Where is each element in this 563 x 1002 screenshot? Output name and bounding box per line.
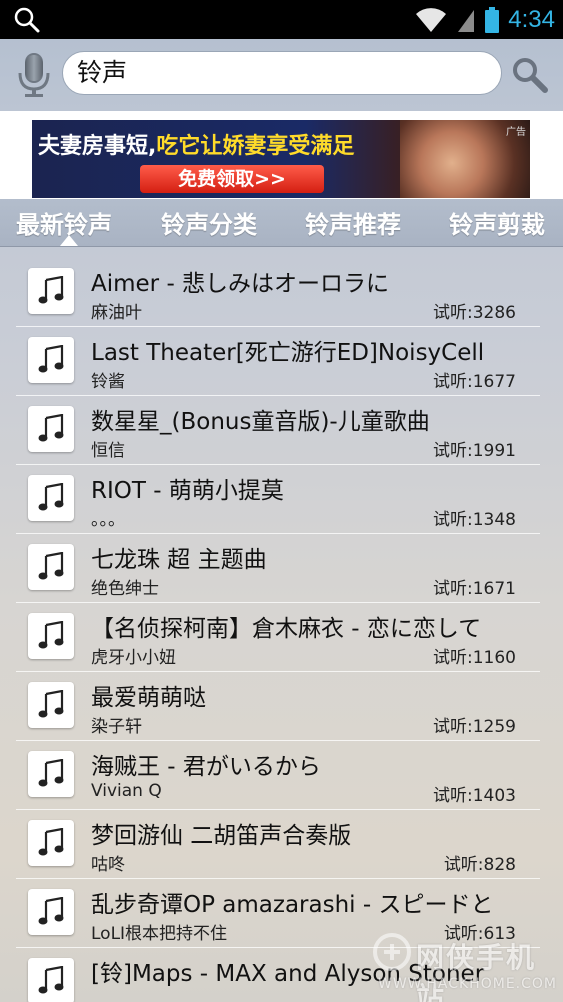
signal-icon xyxy=(458,10,475,32)
list-item[interactable]: Last Theater[死亡游行ED]NoisyCell 铃酱 试听:1677 xyxy=(16,327,540,396)
ad-headline: 夫妻房事短,吃它让娇妻享受满足 xyxy=(38,134,355,159)
song-title: 梦回游仙 二胡笛声合奏版 xyxy=(91,823,352,849)
song-title: Aimer - 悲しみはオーロラに xyxy=(91,271,390,297)
ad-banner[interactable]: 夫妻房事短,吃它让娇妻享受满足 免费领取>> 广告 xyxy=(32,120,530,198)
song-artist: Vivian Q xyxy=(91,781,162,801)
watermark: 网侠手机站 WWW.HACKHOME.COM xyxy=(368,930,563,1002)
song-artist: 麻油叶 xyxy=(91,303,142,323)
ringtone-list: Aimer - 悲しみはオーロラに麻油叶 试听:3286 Last Theater[… xyxy=(16,258,540,1002)
song-artist: 恒信 xyxy=(91,441,125,461)
song-artist: 绝色绅士 xyxy=(91,579,159,599)
music-note-icon[interactable] xyxy=(28,751,74,797)
music-note-icon[interactable] xyxy=(28,958,74,1002)
song-title: 乱步奇谭OP amazarashi - スピードと xyxy=(91,892,494,918)
song-title: RIOT - 萌萌小提莫 xyxy=(91,478,284,504)
active-tab-indicator xyxy=(60,235,78,246)
tab-trim[interactable]: 铃声剪裁 xyxy=(449,205,545,240)
wifi-icon xyxy=(416,8,447,32)
play-count: 试听:1403 xyxy=(433,786,516,806)
search-icon[interactable] xyxy=(12,6,42,34)
song-artist: 铃酱 xyxy=(91,372,125,392)
song-title: 海贼王 - 君がいるから xyxy=(91,754,321,780)
list-item[interactable]: 【名侦探柯南】倉木麻衣 - 恋に恋して虎牙小小妞 试听:1160 xyxy=(16,603,540,672)
song-title: 数星星_(Bonus童音版)-儿童歌曲 xyxy=(91,409,430,435)
list-item[interactable]: Aimer - 悲しみはオーロラに麻油叶 试听:3286 xyxy=(16,258,540,327)
song-artist: 。。。 xyxy=(91,510,125,530)
search-bar: 铃声 xyxy=(0,39,563,111)
music-note-icon[interactable] xyxy=(28,613,74,659)
music-note-icon[interactable] xyxy=(28,475,74,521)
song-title: Last Theater[死亡游行ED]NoisyCell xyxy=(91,340,485,366)
music-note-icon[interactable] xyxy=(28,337,74,383)
song-artist: 虎牙小小妞 xyxy=(91,648,176,668)
music-note-icon[interactable] xyxy=(28,682,74,728)
battery-icon xyxy=(485,7,500,33)
song-artist: 染子轩 xyxy=(91,717,142,737)
music-note-icon[interactable] xyxy=(28,406,74,452)
search-button-icon[interactable] xyxy=(510,55,550,95)
song-title: 最爱萌萌哒 xyxy=(91,685,206,711)
list-item[interactable]: 最爱萌萌哒染子轩 试听:1259 xyxy=(16,672,540,741)
clock: 4:34 xyxy=(508,6,555,33)
list-item[interactable]: 数星星_(Bonus童音版)-儿童歌曲恒信 试听:1991 xyxy=(16,396,540,465)
ad-tag: 广告 xyxy=(506,127,526,138)
song-title: 七龙珠 超 主题曲 xyxy=(91,547,267,573)
ad-cta-button[interactable]: 免费领取>> xyxy=(140,165,324,193)
play-count: 试听:1259 xyxy=(433,717,516,737)
play-count: 试听:1991 xyxy=(433,441,516,461)
ad-container: 夫妻房事短,吃它让娇妻享受满足 免费领取>> 广告 xyxy=(0,111,563,199)
play-count: 试听:1677 xyxy=(433,372,516,392)
music-note-icon[interactable] xyxy=(28,889,74,935)
list-item[interactable]: 梦回游仙 二胡笛声合奏版咕咚 试听:828 xyxy=(16,810,540,879)
watermark-url: WWW.HACKHOME.COM xyxy=(378,976,557,992)
music-note-icon[interactable] xyxy=(28,268,74,314)
play-count: 试听:1348 xyxy=(433,510,516,530)
play-count: 试听:828 xyxy=(443,855,516,875)
play-count: 试听:1160 xyxy=(433,648,516,668)
song-title: 【名侦探柯南】倉木麻衣 - 恋に恋して xyxy=(91,616,482,642)
song-artist: LoLI根本把持不住 xyxy=(91,924,228,944)
watermark-text: 网侠手机站 xyxy=(416,941,537,1002)
song-artist: 咕咚 xyxy=(91,855,125,875)
play-count: 试听:3286 xyxy=(433,303,516,323)
search-input[interactable]: 铃声 xyxy=(62,51,502,95)
microphone-icon[interactable] xyxy=(16,51,52,99)
play-count: 试听:1671 xyxy=(433,579,516,599)
list-item[interactable]: RIOT - 萌萌小提莫。。。 试听:1348 xyxy=(16,465,540,534)
watermark-logo-icon xyxy=(373,933,411,971)
list-item[interactable]: 七龙珠 超 主题曲绝色绅士 试听:1671 xyxy=(16,534,540,603)
tab-recommended[interactable]: 铃声推荐 xyxy=(305,205,401,240)
tab-categories[interactable]: 铃声分类 xyxy=(161,205,257,240)
music-note-icon[interactable] xyxy=(28,820,74,866)
status-bar: 4:34 xyxy=(0,0,563,39)
list-item[interactable]: 海贼王 - 君がいるから Vivian Q 试听:1403 xyxy=(16,741,540,810)
music-note-icon[interactable] xyxy=(28,544,74,590)
tab-bar: 最新铃声 铃声分类 铃声推荐 铃声剪裁 xyxy=(0,199,563,247)
